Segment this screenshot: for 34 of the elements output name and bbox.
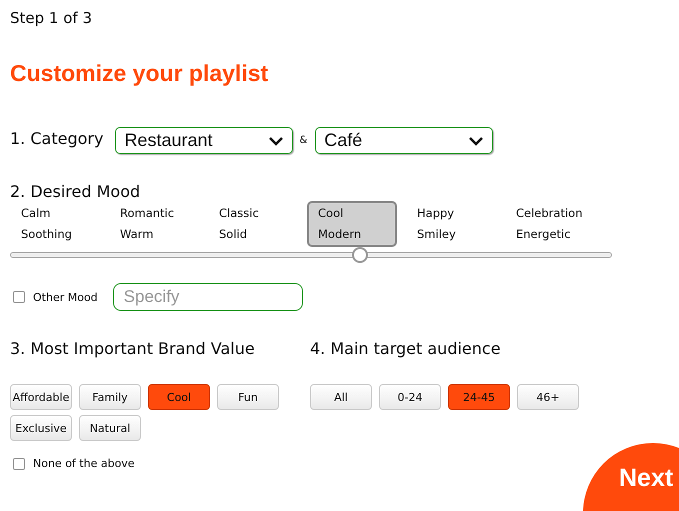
brand-value-button[interactable]: Family (79, 384, 141, 410)
checkbox[interactable] (13, 458, 25, 470)
slider-thumb[interactable] (352, 247, 368, 263)
checkbox-label: Other Mood (33, 290, 98, 304)
chevron-down-icon (268, 136, 284, 146)
mood-option[interactable]: Calm Soothing (10, 201, 105, 247)
audience-button[interactable]: 24-45 (448, 384, 510, 410)
subcategory-select[interactable]: Café (315, 127, 494, 154)
page-title: Customize your playlist (10, 60, 270, 87)
mood-slider[interactable] (10, 247, 612, 263)
brand-value-button[interactable]: Natural (79, 415, 141, 441)
mood-option[interactable]: Celebration Energetic (505, 201, 600, 247)
audience-heading: 4. Main target audience (310, 339, 502, 358)
checkbox[interactable] (13, 291, 25, 303)
brand-value-button[interactable]: Exclusive (10, 415, 72, 441)
mood-heading: 2. Desired Mood (10, 182, 142, 201)
chevron-down-icon (468, 136, 484, 146)
checkbox-label: None of the above (33, 457, 135, 470)
audience-button[interactable]: 46+ (517, 384, 579, 410)
category-heading: 1. Category (10, 129, 104, 148)
mood-option[interactable]: Happy Smiley (406, 201, 501, 247)
category-select[interactable]: Restaurant (115, 127, 294, 154)
mood-option[interactable]: Romantic Warm (109, 201, 204, 247)
brand-value-button[interactable]: Cool (148, 384, 210, 410)
brand-value-button[interactable]: Fun (217, 384, 279, 410)
ampersand: & (299, 135, 308, 146)
brand-value-button[interactable]: Affordable (10, 384, 72, 410)
step-indicator: Step 1 of 3 (10, 9, 94, 27)
audience-button[interactable]: 0-24 (379, 384, 441, 410)
mood-option[interactable]: Classic Solid (208, 201, 303, 247)
mood-option[interactable]: Cool Modern (307, 201, 397, 247)
brand-value-heading: 3. Most Important Brand Value (10, 339, 256, 358)
specify-field[interactable]: Specify (112, 283, 303, 311)
audience-button[interactable]: All (310, 384, 372, 410)
